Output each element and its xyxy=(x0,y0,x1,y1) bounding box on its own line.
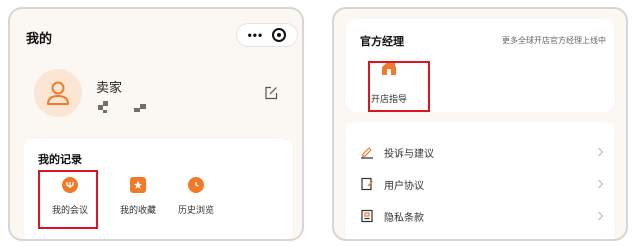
user-name: 卖家 xyxy=(96,80,123,95)
privacy-doc-icon xyxy=(361,209,373,223)
list-item-label: 投诉与建议 xyxy=(384,148,434,160)
chevron-right-icon xyxy=(594,179,604,189)
edit-icon[interactable] xyxy=(264,86,278,100)
list-item-feedback[interactable]: 投诉与建议 xyxy=(346,136,614,168)
highlight-box-store-guide xyxy=(368,61,430,112)
manager-title: 官方经理 xyxy=(360,36,404,48)
user-avatar-icon xyxy=(47,81,69,105)
manager-card: 官方经理 更多全球开店官方经理上线中 开店指导 xyxy=(346,19,614,112)
chevron-right-icon xyxy=(594,147,604,157)
records-title: 我的记录 xyxy=(38,154,82,166)
highlight-box-meeting xyxy=(38,170,98,229)
settings-list-card: 投诉与建议 用户协议 隐私条款 xyxy=(346,122,614,239)
feedback-pen-icon xyxy=(361,147,373,159)
list-item-label: 隐私条款 xyxy=(384,212,424,224)
star-favorite-icon xyxy=(130,177,146,193)
records-item-history[interactable]: 历史浏览 xyxy=(166,177,226,216)
list-item-user-agreement[interactable]: 用户协议 xyxy=(346,168,614,200)
records-item-label: 我的收藏 xyxy=(119,205,156,215)
chevron-right-icon xyxy=(594,211,604,221)
user-id-masked xyxy=(98,101,152,113)
manager-more-text[interactable]: 更多全球开店官方经理上线中 xyxy=(502,35,606,46)
clock-history-icon xyxy=(188,177,204,193)
list-item-privacy[interactable]: 隐私条款 xyxy=(346,200,614,232)
records-item-label: 历史浏览 xyxy=(177,205,214,215)
agreement-doc-icon xyxy=(361,177,373,191)
more-dots-icon[interactable]: ••• xyxy=(248,29,264,41)
my-profile-screen: 我的 ••• 卖家 我的记录 我的会议 我的收藏 历史浏览 xyxy=(8,7,304,241)
target-circle-icon[interactable] xyxy=(272,28,287,42)
records-item-favorites[interactable]: 我的收藏 xyxy=(108,177,168,216)
list-item-label: 用户协议 xyxy=(384,180,424,192)
settings-screen: 官方经理 更多全球开店官方经理上线中 开店指导 投诉与建议 用户协议 隐私条款 xyxy=(332,7,628,241)
avatar[interactable] xyxy=(34,69,82,117)
page-title: 我的 xyxy=(26,31,53,46)
mini-program-capsule[interactable]: ••• xyxy=(236,23,298,47)
